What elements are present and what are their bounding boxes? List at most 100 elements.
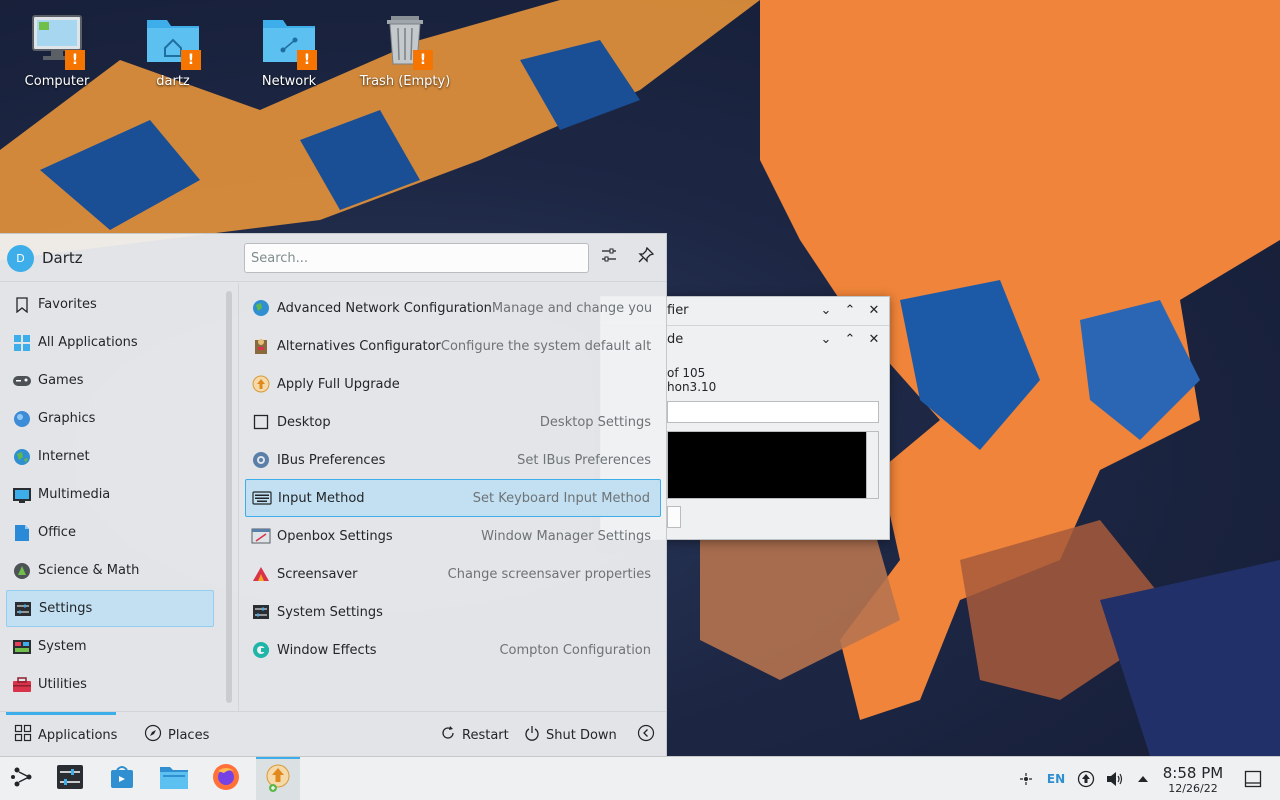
desktop-icon-computer[interactable]: ! Computer xyxy=(7,10,107,89)
tray-expand-icon[interactable] xyxy=(1133,757,1153,800)
discover-icon xyxy=(109,764,135,794)
office-icon xyxy=(12,523,32,543)
category-office[interactable]: Office xyxy=(6,514,214,551)
download-progress-text: of 105 hon3.10 xyxy=(667,366,717,394)
bookmark-icon xyxy=(12,295,32,315)
system-settings-icon xyxy=(56,764,84,794)
desktop-icon-label: Computer xyxy=(24,74,90,89)
system-icon xyxy=(12,637,32,657)
launcher-footer: Applications Places Restart Shut Down xyxy=(0,711,666,757)
application-list: Advanced Network Configuration Manage an… xyxy=(245,283,661,711)
app-openbox-settings[interactable]: Openbox Settings Window Manager Settings xyxy=(245,517,661,555)
clock-time[interactable]: 8:58 PM xyxy=(1160,764,1226,782)
category-list: Favorites All Applications Games Graphic… xyxy=(0,283,222,711)
launcher-header: D Dartz xyxy=(0,234,666,282)
system-settings-icon xyxy=(251,602,271,622)
firefox-icon xyxy=(212,763,240,795)
taskbar-upgrade-window[interactable] xyxy=(256,757,300,800)
category-scrollbar[interactable] xyxy=(226,291,232,703)
app-apply-full-upgrade[interactable]: Apply Full Upgrade xyxy=(245,365,661,403)
taskbar-discover[interactable] xyxy=(100,757,144,800)
app-advanced-network-configuration[interactable]: Advanced Network Configuration Manage an… xyxy=(245,289,661,327)
grid-icon xyxy=(12,333,32,353)
settings-icon xyxy=(13,599,33,619)
category-favorites[interactable]: Favorites xyxy=(6,286,214,323)
category-graphics[interactable]: Graphics xyxy=(6,400,214,437)
pin-icon[interactable] xyxy=(634,246,658,270)
chevron-left-icon xyxy=(637,724,655,746)
app-input-method[interactable]: Input Method Set Keyboard Input Method xyxy=(245,479,661,517)
globe-icon xyxy=(12,447,32,467)
volume-icon[interactable] xyxy=(1104,757,1126,800)
terminal-output xyxy=(667,431,879,499)
app-ibus-preferences[interactable]: IBus Preferences Set IBus Preferences xyxy=(245,441,661,479)
category-settings[interactable]: Settings xyxy=(6,590,214,627)
tab-applications[interactable]: Applications xyxy=(14,712,117,758)
network-folder-icon: ! xyxy=(259,10,319,70)
launcher-icon xyxy=(9,764,35,794)
desktop-icon-trash[interactable]: ! Trash (Empty) xyxy=(355,10,455,89)
app-system-settings[interactable]: System Settings xyxy=(245,593,661,631)
desktop-icon xyxy=(251,412,271,432)
category-multimedia[interactable]: Multimedia xyxy=(6,476,214,513)
user-name: Dartz xyxy=(42,249,83,267)
home-folder-icon: ! xyxy=(143,10,203,70)
taskbar-system-settings[interactable] xyxy=(48,757,92,800)
terminal-scrollbar[interactable] xyxy=(866,432,878,498)
chevron-up-icon[interactable]: ⌃ xyxy=(841,326,859,354)
openbox-icon xyxy=(251,526,271,546)
app-screensaver[interactable]: Screensaver Change screensaver propertie… xyxy=(245,555,661,593)
tab-places-label: Places xyxy=(168,727,210,743)
chevron-up-icon[interactable]: ⌃ xyxy=(841,297,859,325)
tab-places[interactable]: Places xyxy=(144,712,209,758)
avatar[interactable]: D xyxy=(7,245,34,272)
category-utilities[interactable]: Utilities xyxy=(6,666,214,703)
close-icon[interactable]: ✕ xyxy=(865,297,883,325)
app-alternatives-configurator[interactable]: Alternatives Configurator Configure the … xyxy=(245,327,661,365)
shutdown-button[interactable]: Shut Down xyxy=(524,712,617,758)
desktop-icon-network[interactable]: ! Network xyxy=(239,10,339,89)
taskbar: EN 8:58 PM 12/26/22 xyxy=(0,756,1280,800)
application-launcher-button[interactable] xyxy=(0,757,44,800)
desktop-icon-label: Network xyxy=(261,74,317,89)
keyboard-layout-indicator[interactable]: EN xyxy=(1043,757,1069,800)
folder-icon xyxy=(159,764,189,794)
leave-options-button[interactable] xyxy=(637,712,655,758)
category-all-applications[interactable]: All Applications xyxy=(6,324,214,361)
dialog-subtitle: de xyxy=(667,332,684,347)
category-science-math[interactable]: Science & Math xyxy=(6,552,214,589)
app-desktop[interactable]: Desktop Desktop Settings xyxy=(245,403,661,441)
computer-icon: ! xyxy=(27,10,87,70)
multimedia-icon xyxy=(12,485,32,505)
restart-button[interactable]: Restart xyxy=(440,712,509,758)
grid-outline-icon xyxy=(14,724,32,746)
desktop-icon-home[interactable]: ! dartz xyxy=(123,10,223,89)
window-effects-icon xyxy=(251,640,271,660)
chevron-down-icon[interactable]: ⌄ xyxy=(817,326,835,354)
chevron-down-icon[interactable]: ⌄ xyxy=(817,297,835,325)
compass-icon xyxy=(144,724,162,746)
clock-date[interactable]: 12/26/22 xyxy=(1160,782,1226,795)
gamepad-icon xyxy=(12,371,32,391)
close-icon[interactable]: ✕ xyxy=(865,326,883,354)
category-system[interactable]: System xyxy=(6,628,214,665)
desktop-icon-label: Trash (Empty) xyxy=(359,74,451,89)
dialog-close-button[interactable] xyxy=(667,506,681,528)
search-input[interactable] xyxy=(244,243,589,273)
ibus-icon xyxy=(251,450,271,470)
tray-updates-icon[interactable] xyxy=(1016,757,1036,800)
trash-icon: ! xyxy=(375,10,435,70)
power-icon xyxy=(524,725,540,745)
taskbar-file-manager[interactable] xyxy=(152,757,196,800)
configure-icon[interactable] xyxy=(597,246,621,270)
category-games[interactable]: Games xyxy=(6,362,214,399)
network-config-icon xyxy=(251,298,271,318)
category-internet[interactable]: Internet xyxy=(6,438,214,475)
tab-applications-label: Applications xyxy=(38,727,118,743)
taskbar-firefox[interactable] xyxy=(204,757,248,800)
app-window-effects[interactable]: Window Effects Compton Configuration xyxy=(245,631,661,669)
tray-network-icon[interactable] xyxy=(1075,757,1097,800)
screensaver-icon xyxy=(251,564,271,584)
dialog-title: fier xyxy=(667,303,689,318)
show-desktop-icon[interactable] xyxy=(1240,757,1266,800)
